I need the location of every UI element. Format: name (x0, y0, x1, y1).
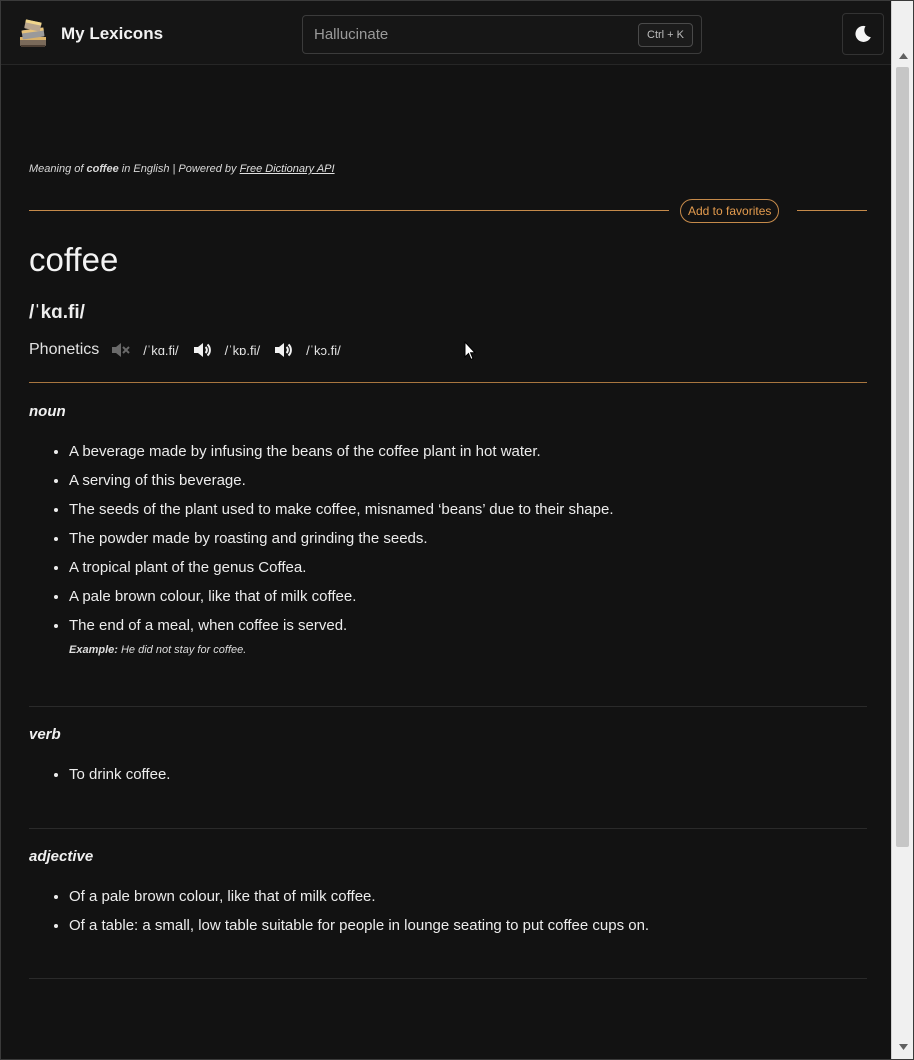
list-item: The end of a meal, when coffee is served… (69, 616, 867, 636)
books-logo-icon (20, 19, 46, 47)
app-title: My Lexicons (61, 24, 164, 43)
section-divider (29, 828, 867, 829)
source-word: coffee (86, 163, 119, 175)
meaning-section-adjective: adjective Of a pale brown colour, like t… (29, 848, 867, 945)
part-of-speech: noun (29, 403, 66, 420)
section-divider (29, 978, 867, 979)
theme-toggle-button[interactable] (842, 13, 884, 55)
source-prefix: Meaning of (29, 163, 84, 175)
list-item: Of a pale brown colour, like that of mil… (69, 887, 867, 907)
phonetics-label: Phonetics (29, 341, 100, 358)
example-sentence: Example: He did not stay for coffee. (69, 644, 867, 656)
list-item: A tropical plant of the genus Coffea. (69, 558, 867, 578)
speaker-icon[interactable] (191, 339, 213, 361)
moon-icon (855, 25, 871, 42)
free-dictionary-api-link[interactable]: Free Dictionary API (240, 163, 335, 175)
search-input[interactable] (303, 16, 623, 53)
favorites-divider-left (29, 210, 669, 211)
mouse-cursor-icon (464, 341, 476, 361)
list-item: A serving of this beverage. (69, 471, 867, 491)
example-text: He did not stay for coffee. (120, 644, 247, 656)
section-divider (29, 706, 867, 707)
list-item: The powder made by roasting and grinding… (69, 529, 867, 549)
example-label: Example: (69, 644, 118, 656)
meaning-section-noun: noun A beverage made by infusing the bea… (29, 403, 867, 656)
part-of-speech: adjective (29, 848, 94, 865)
list-item: The seeds of the plant used to make coff… (69, 500, 867, 520)
meaning-section-verb: verb To drink coffee. (29, 726, 867, 794)
top-navbar: My Lexicons Ctrl + K (1, 1, 891, 65)
list-item: Of a table: a small, low table suitable … (69, 916, 867, 936)
scroll-up-arrow-icon[interactable] (892, 47, 914, 64)
phonetic-text-3: /ˈkɔ.fi/ (306, 342, 341, 358)
phonetic-text-2: /ˈkɒ.fi/ (224, 342, 261, 358)
main-phonetic: /ˈkɑ.fi/ (29, 302, 85, 323)
list-item: A pale brown colour, like that of milk c… (69, 587, 867, 607)
search-shortcut-hint: Ctrl + K (638, 23, 693, 47)
speaker-muted-icon (109, 339, 131, 361)
phonetic-text-1: /ˈkɑ.fi/ (143, 342, 179, 358)
definition-list: Of a pale brown colour, like that of mil… (29, 887, 867, 936)
add-to-favorites-button[interactable]: Add to favorites (680, 199, 780, 223)
definition-list: To drink coffee. (29, 765, 867, 785)
part-of-speech: verb (29, 726, 61, 743)
app-window: My Lexicons Ctrl + K Meaning of coffee i… (0, 0, 914, 1060)
definition-list: A beverage made by infusing the beans of… (29, 442, 867, 636)
source-middle: in English | Powered by (121, 163, 237, 175)
source-attribution: Meaning of coffee in English | Powered b… (29, 163, 335, 175)
favorites-row: Add to favorites (29, 199, 867, 223)
vertical-scrollbar[interactable] (891, 1, 913, 1059)
header-divider (29, 382, 867, 383)
scrollbar-thumb[interactable] (896, 67, 909, 847)
phonetics-row: Phonetics /ˈkɑ.fi/ /ˈkɒ.fi/ /ˈkɔ.fi/ (29, 339, 353, 361)
list-item: To drink coffee. (69, 765, 867, 785)
scroll-down-arrow-icon[interactable] (892, 1038, 914, 1055)
brand[interactable]: My Lexicons (17, 17, 163, 51)
speaker-icon[interactable] (272, 339, 294, 361)
word-heading: coffee (29, 241, 119, 278)
list-item: A beverage made by infusing the beans of… (69, 442, 867, 462)
search-box[interactable]: Ctrl + K (302, 15, 702, 54)
favorites-divider-right (797, 210, 867, 211)
